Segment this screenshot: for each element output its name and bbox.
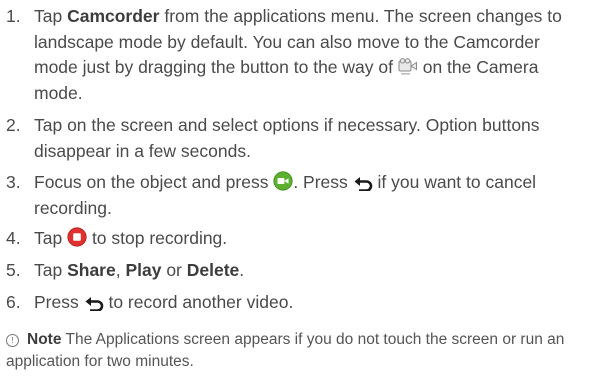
- step-number: 4.: [6, 228, 21, 248]
- play-term: Play: [125, 260, 162, 280]
- step-text-part: Tap: [34, 228, 68, 248]
- list-item: 5. Tap Share, Play or Delete.: [6, 258, 571, 284]
- step-text: Tap on the screen and select options if …: [34, 115, 540, 161]
- step-text-part: .: [239, 260, 245, 280]
- step-text: Tap Share, Play or Delete.: [34, 258, 571, 284]
- step-text-part: . Press: [293, 172, 353, 192]
- step-text-part: Tap: [34, 260, 68, 280]
- list-item: 4. Tap to stop recording.: [6, 226, 571, 252]
- step-text-part: Tap: [34, 6, 68, 26]
- note-text: The Applications screen appears if you d…: [6, 331, 565, 370]
- camcorder-term: Camcorder: [67, 6, 160, 26]
- share-term: Share: [67, 260, 116, 280]
- step-text-part: Focus on the object and press: [34, 172, 274, 192]
- note-label: Note: [27, 331, 62, 348]
- info-icon: !: [6, 334, 19, 347]
- step-text: Press to record another video.: [34, 290, 571, 316]
- step-number: 6.: [6, 292, 21, 312]
- list-item: 1. Tap Camcorder from the applications m…: [6, 4, 571, 106]
- step-text-part: to record another video.: [103, 292, 294, 312]
- step-number: 2.: [6, 115, 21, 135]
- note-block: ! Note The Applications screen appears if…: [6, 329, 581, 373]
- back-arrow-icon: [353, 175, 373, 191]
- manual-page: 1. Tap Camcorder from the applications m…: [0, 0, 595, 377]
- step-text: Focus on the object and press . Press if…: [34, 170, 571, 221]
- list-item: 6. Press to record another video.: [6, 290, 571, 316]
- step-text: Tap Camcorder from the applications menu…: [34, 4, 571, 106]
- step-text-part: ,: [115, 260, 126, 280]
- camcorder-mode-icon: [398, 58, 418, 76]
- list-item: 2. Tap on the screen and select options …: [6, 113, 571, 164]
- step-number: 3.: [6, 172, 21, 192]
- step-text-part: to stop recording.: [87, 228, 228, 248]
- record-button-icon: [273, 171, 293, 191]
- step-text: Tap to stop recording.: [34, 226, 571, 252]
- step-number: 1.: [6, 6, 21, 26]
- back-arrow-icon: [84, 295, 104, 311]
- step-number: 5.: [6, 260, 21, 280]
- list-item: 3. Focus on the object and press . Press…: [6, 170, 571, 221]
- stop-button-icon: [67, 227, 87, 247]
- delete-term: Delete: [186, 260, 240, 280]
- step-text-part: or: [161, 260, 187, 280]
- step-text-part: Press: [34, 292, 84, 312]
